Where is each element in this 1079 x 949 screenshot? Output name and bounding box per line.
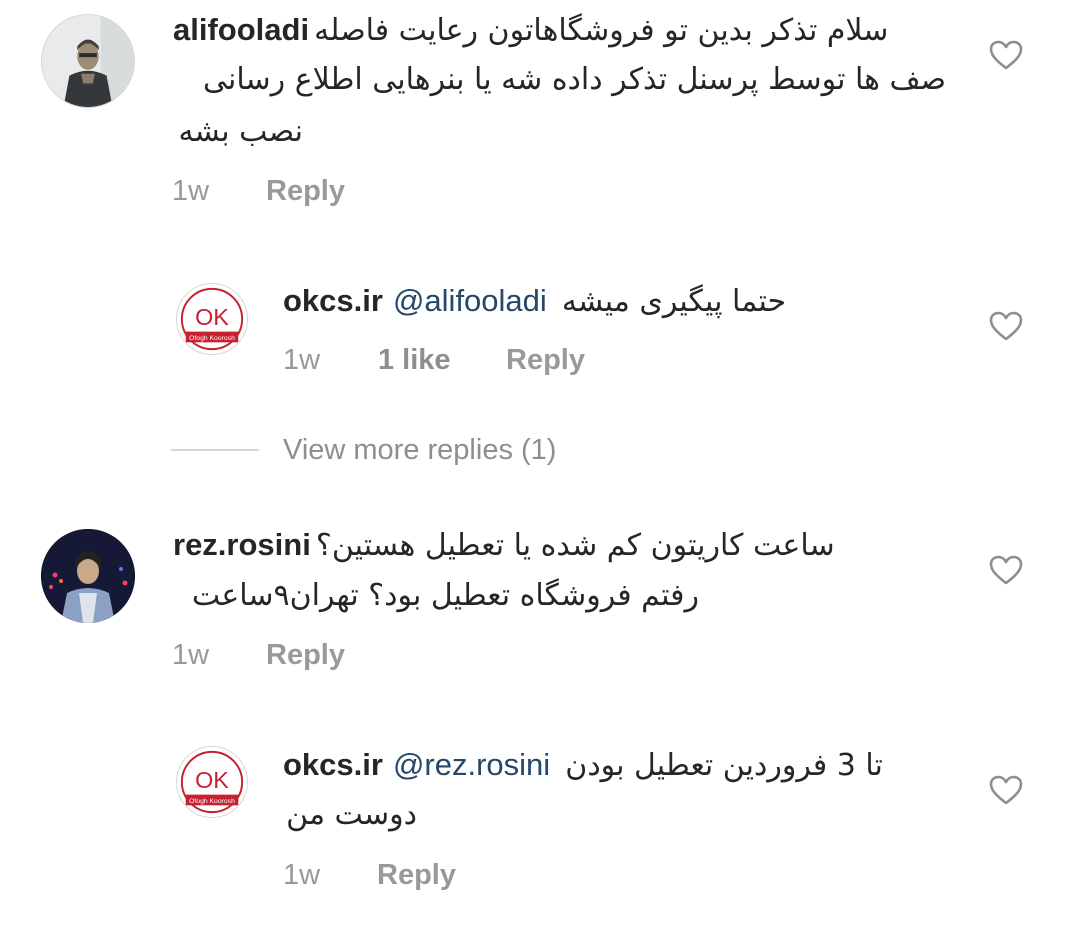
heart-outline-icon[interactable]	[988, 774, 1024, 806]
reply-username[interactable]: okcs.ir	[283, 749, 383, 780]
reply-timestamp: 1w	[283, 859, 321, 891]
view-more-replies-button[interactable]: View more replies (1)	[283, 436, 556, 465]
reply-mention-link[interactable]: @alifooladi	[393, 285, 547, 316]
comment-timestamp: 1w	[172, 639, 210, 671]
heart-outline-icon[interactable]	[988, 554, 1024, 586]
reply-text: حتما پیگیری میشه	[561, 284, 787, 319]
logo-subtext: Ofogh Koorosh	[189, 798, 235, 805]
replies-divider	[171, 449, 259, 451]
comment-text-line: ساعت کاریتون کم شده یا تعطیل هستین؟	[315, 528, 835, 563]
user-avatar-rez-rosini[interactable]	[41, 529, 135, 623]
reply-timestamp: 1w	[283, 344, 321, 376]
logo-subtext: Ofogh Koorosh	[189, 335, 235, 342]
likes-count[interactable]: 1 like	[378, 346, 451, 375]
comment-first-line: alifooladi سلام تذکر بدین تو فروشگاهاتون…	[173, 14, 888, 46]
comment-first-line: rez.rosini ساعت کاریتون کم شده یا تعطیل …	[173, 529, 835, 561]
reply-button[interactable]: Reply	[506, 346, 585, 375]
reply-button[interactable]: Reply	[266, 641, 345, 670]
reply-mention-link[interactable]: @rez.rosini	[393, 749, 550, 780]
reply-button[interactable]: Reply	[266, 177, 345, 206]
heart-outline-icon[interactable]	[988, 39, 1024, 71]
reply-first-line: okcs.ir @alifooladi حتما پیگیری میشه	[283, 285, 786, 317]
reply-text: تا 3 فروردین تعطیل بودن	[565, 748, 883, 783]
comment-username[interactable]: alifooladi	[173, 14, 309, 45]
comment-text-line: نصب بشه	[178, 114, 303, 149]
comment-username[interactable]: rez.rosini	[173, 529, 311, 560]
brand-logo-avatar[interactable]: OK Ofogh Koorosh	[176, 283, 248, 355]
reply-button[interactable]: Reply	[377, 861, 456, 890]
heart-outline-icon[interactable]	[988, 310, 1024, 342]
logo-text: OK	[195, 304, 229, 330]
comment-text-line: صف ها توسط پرسنل تذکر داده شه یا بنرهایی…	[203, 62, 946, 97]
reply-username[interactable]: okcs.ir	[283, 285, 383, 316]
comment-timestamp: 1w	[172, 175, 210, 207]
comment-text-line: سلام تذکر بدین تو فروشگاهاتون رعایت فاصل…	[314, 13, 889, 48]
comment-text-line: رفتم فروشگاه تعطیل بود؟ تهران۹ساعت	[191, 578, 699, 613]
reply-text-line: دوست من	[286, 797, 417, 832]
logo-text: OK	[195, 767, 229, 793]
user-avatar-alifooladi[interactable]	[41, 14, 135, 108]
brand-logo-avatar[interactable]: OK Ofogh Koorosh	[176, 746, 248, 818]
reply-first-line: okcs.ir @rez.rosini تا 3 فروردین تعطیل بو…	[283, 749, 883, 781]
